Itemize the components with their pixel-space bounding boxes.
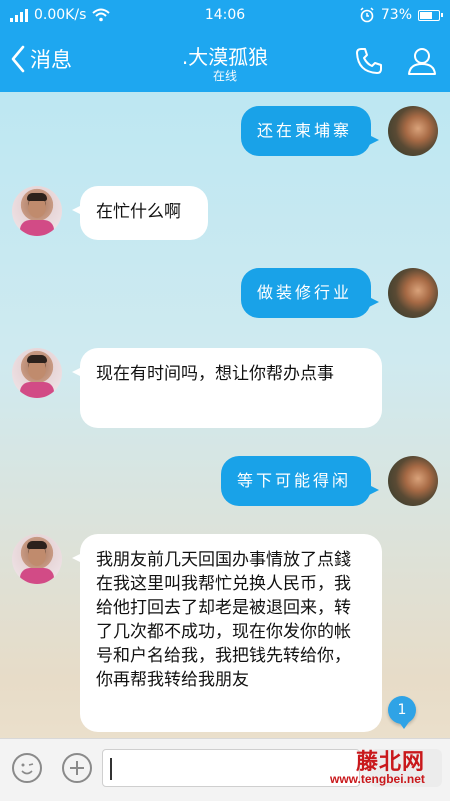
text-caret — [110, 758, 112, 780]
message-bubble-outgoing[interactable]: 等下可能得闲 — [221, 456, 379, 506]
chat-header: 消息 .大漠孤狼 在线 — [0, 32, 450, 92]
my-avatar[interactable] — [388, 106, 438, 156]
contact-avatar[interactable] — [12, 348, 62, 398]
message-text: 做装修行业 — [257, 283, 353, 302]
phone-icon[interactable] — [354, 46, 384, 76]
message-bubble-outgoing[interactable]: 还在柬埔寨 — [241, 106, 379, 156]
contact-avatar[interactable] — [12, 186, 62, 236]
message-bubble-outgoing[interactable]: 做装修行业 — [241, 268, 379, 318]
status-bar: 0.00K/s 14:06 73% — [0, 0, 450, 32]
message-text: 现在有时间吗，想让你帮办点事 — [96, 364, 334, 384]
unread-badge[interactable]: 1 — [388, 696, 416, 729]
my-avatar[interactable] — [388, 268, 438, 318]
message-text: 等下可能得闲 — [237, 471, 352, 490]
message-bubble-incoming[interactable]: 我朋友前几天回国办事情放了点錢在我这里叫我帮忙兑换人民币，我给他打回去了却老是被… — [72, 534, 382, 732]
message-text: 还在柬埔寨 — [257, 121, 353, 140]
battery-percent: 73% — [380, 7, 412, 23]
alarm-icon — [360, 7, 374, 23]
message-bubble-incoming[interactable]: 现在有时间吗，想让你帮办点事 — [72, 348, 382, 428]
message-input[interactable] — [102, 749, 360, 787]
emoji-icon[interactable] — [12, 753, 42, 783]
contact-avatar[interactable] — [12, 534, 62, 584]
message-text: 我朋友前几天回国办事情放了点錢在我这里叫我帮忙兑换人民币，我给他打回去了却老是被… — [96, 550, 351, 690]
battery-icon — [418, 9, 443, 21]
watermark-url: www.tengbei.net — [330, 772, 425, 786]
my-avatar[interactable] — [388, 456, 438, 506]
contact-icon[interactable] — [406, 45, 438, 77]
message-text: 在忙什么啊 — [96, 202, 181, 222]
plus-icon[interactable] — [62, 753, 92, 783]
message-bubble-incoming[interactable]: 在忙什么啊 — [72, 186, 208, 240]
